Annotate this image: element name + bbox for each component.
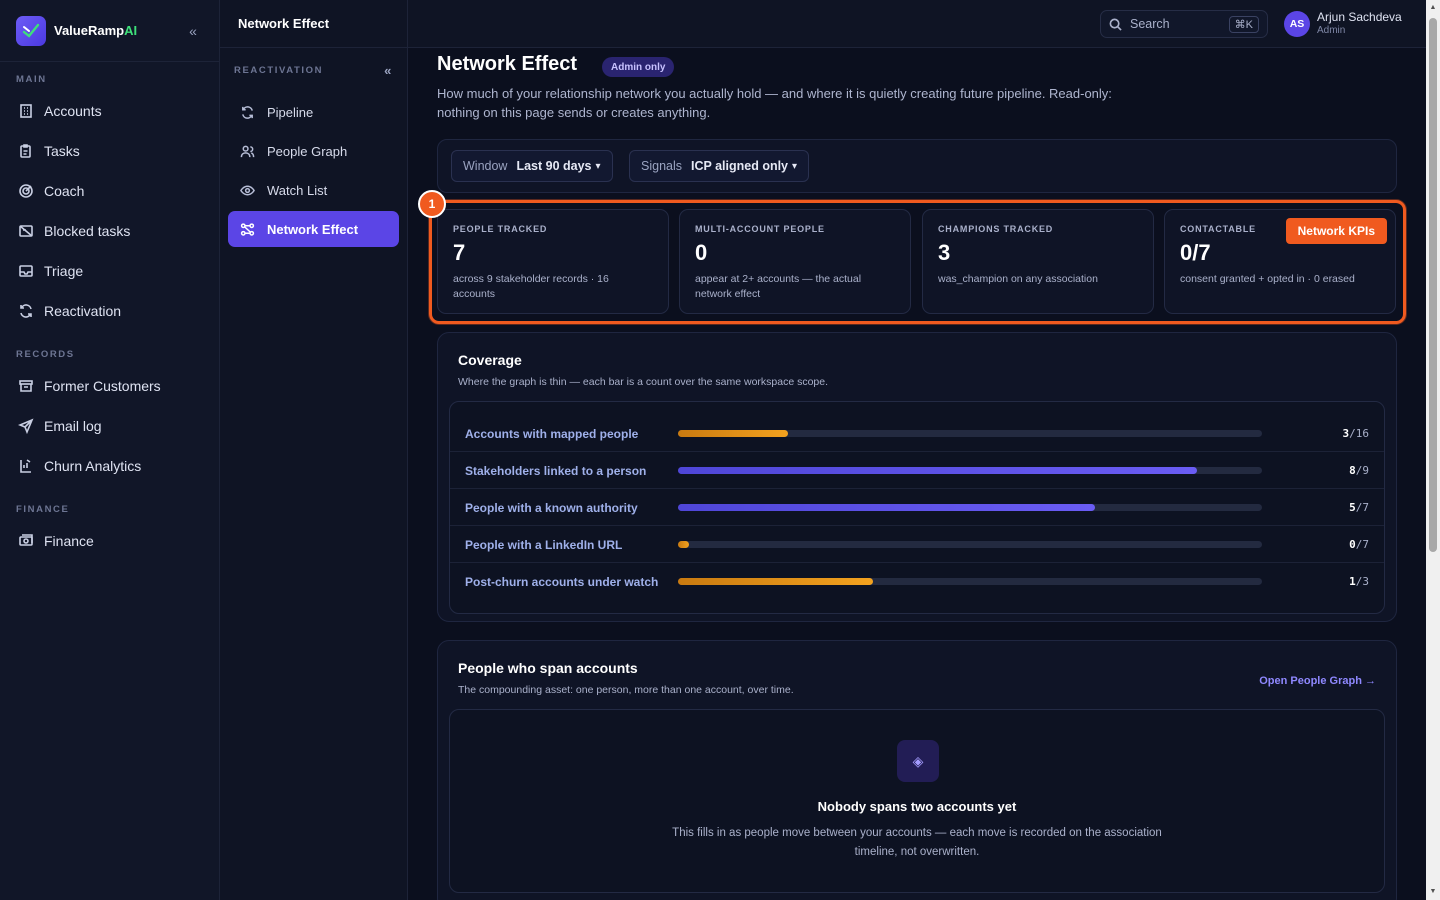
coverage-bar-track	[678, 504, 1262, 511]
user-name[interactable]: Arjun Sachdeva	[1317, 10, 1402, 24]
subnav-item-network-effect[interactable]: Network Effect	[228, 211, 399, 247]
sidebar-item-blocked-tasks[interactable]: Blocked tasks	[0, 211, 219, 251]
subnav-item-watch-list[interactable]: Watch List	[228, 172, 399, 208]
nav-section-records: RECORDS	[16, 349, 75, 360]
refresh-icon	[20, 304, 32, 318]
sidebar-item-coach[interactable]: Coach	[0, 171, 219, 211]
brand: ValueRampAI «	[0, 0, 219, 62]
coverage-bar-track	[678, 578, 1262, 585]
eye-icon	[240, 185, 255, 195]
signals-filter[interactable]: Signals ICP aligned only ▾	[629, 150, 810, 182]
nav-section-finance: FINANCE	[16, 504, 70, 515]
subnav-item-pipeline[interactable]: Pipeline	[228, 94, 399, 130]
archive-icon	[19, 380, 33, 392]
kpi-people-tracked: PEOPLE TRACKED 7 across 9 stakeholder re…	[437, 209, 669, 314]
coverage-bar-track	[678, 430, 1262, 437]
admin-only-badge: Admin only	[602, 57, 675, 77]
scroll-down-icon[interactable]: ▼	[1429, 888, 1437, 896]
subnav-item-people-graph[interactable]: People Graph	[228, 133, 399, 169]
coverage-subtitle: Where the graph is thin — each bar is a …	[458, 376, 829, 388]
coverage-row: People with a known authority 5/7	[450, 489, 1384, 526]
sub-sidebar: Network Effect REACTIVATION « Pipeline P…	[220, 0, 408, 900]
coverage-bar-fill	[678, 430, 788, 437]
blocked-icon	[19, 225, 33, 237]
coverage-row: Post-churn accounts under watch 1/3	[465, 575, 1369, 589]
clipboard-icon	[20, 144, 31, 158]
chevron-down-icon: ▾	[595, 160, 601, 172]
coverage-bar-fill	[678, 467, 1198, 474]
search-shortcut: ⌘K	[1228, 15, 1259, 33]
search-placeholder: Search	[1130, 17, 1170, 31]
filter-bar: Window Last 90 days ▾ Signals ICP aligne…	[437, 139, 1397, 193]
coverage-bar-fill	[678, 578, 873, 585]
diamond-icon: ◈	[897, 740, 939, 782]
kpi-champions-tracked: CHAMPIONS TRACKED 3 was_champion on any …	[922, 209, 1154, 314]
search-icon	[1109, 18, 1122, 31]
sub-sidebar-section: REACTIVATION «	[234, 62, 393, 78]
building-icon	[20, 104, 32, 118]
sidebar-item-reactivation[interactable]: Reactivation	[0, 291, 219, 331]
step-badge: 1	[418, 190, 446, 218]
empty-title: Nobody spans two accounts yet	[817, 799, 1017, 814]
avatar[interactable]: AS	[1284, 11, 1310, 37]
scroll-up-icon[interactable]: ▲	[1429, 4, 1437, 12]
span-empty-state: ◈ Nobody spans two accounts yet This fil…	[449, 709, 1385, 893]
brand-name: ValueRampAI	[54, 23, 138, 38]
sidebar-item-triage[interactable]: Triage	[0, 251, 219, 291]
coverage-bar-fill	[678, 541, 689, 548]
kpi-multi-account-people: MULTI-ACCOUNT PEOPLE 0 appear at 2+ acco…	[679, 209, 911, 314]
open-people-graph-link[interactable]: Open People Graph →	[1259, 675, 1376, 687]
sidebar-item-tasks[interactable]: Tasks	[0, 131, 219, 171]
coverage-title: Coverage	[458, 352, 522, 368]
coverage-card: Coverage Where the graph is thin — each …	[437, 332, 1397, 622]
sidebar-item-former-customers[interactable]: Former Customers	[0, 366, 219, 406]
inbox-icon	[19, 265, 33, 277]
coverage-list: Accounts with mapped people 3/16 Stakeho…	[449, 401, 1385, 614]
money-icon	[19, 534, 33, 546]
target-icon	[19, 184, 33, 198]
brand-logo-icon[interactable]	[16, 15, 46, 46]
coverage-bar-track	[678, 541, 1262, 548]
sidebar-item-finance[interactable]: Finance	[0, 521, 219, 561]
search-input[interactable]: Search ⌘K	[1100, 10, 1268, 38]
span-accounts-card: People who span accounts The compounding…	[437, 640, 1397, 900]
sidebar-item-accounts[interactable]: Accounts	[0, 91, 219, 131]
page-scrollbar[interactable]: ▲ ▼	[1426, 0, 1440, 900]
sidebar-item-email-log[interactable]: Email log	[0, 406, 219, 446]
scroll-thumb[interactable]	[1429, 18, 1437, 552]
send-icon	[18, 418, 34, 434]
chart-icon	[20, 459, 31, 473]
chevron-down-icon: ▾	[792, 160, 798, 172]
page-description: How much of your relationship network yo…	[437, 86, 1112, 120]
sidebar-item-churn-analytics[interactable]: Churn Analytics	[0, 446, 219, 486]
coverage-row: Stakeholders linked to a person 8/9	[450, 452, 1384, 489]
empty-description: This fills in as people move between you…	[672, 827, 1162, 858]
refresh-icon	[242, 105, 253, 119]
kpi-contactable: CONTACTABLE 0/7 consent granted + opted …	[1164, 209, 1396, 314]
people-icon	[240, 145, 255, 157]
network-kpis-tag: Network KPIs	[1285, 218, 1387, 244]
coverage-bar-fill	[678, 504, 1096, 511]
collapse-subnav-icon[interactable]: «	[384, 63, 393, 78]
collapse-sidebar-icon[interactable]: «	[183, 21, 203, 41]
main-content: Network Effect Admin only How much of yo…	[408, 48, 1426, 900]
top-bar: Search ⌘K AS Arjun Sachdeva Admin	[408, 0, 1426, 48]
coverage-bar-track	[678, 467, 1262, 474]
coverage-row: Accounts with mapped people 3/16	[450, 415, 1384, 452]
user-role: Admin	[1317, 25, 1346, 36]
coverage-row: People with a LinkedIn URL 0/7	[450, 526, 1384, 563]
sub-sidebar-title: Network Effect	[220, 0, 407, 48]
main-sidebar: ValueRampAI « MAIN Accounts Tasks Coach …	[0, 0, 220, 900]
page-title: Network Effect	[437, 53, 578, 75]
network-icon	[240, 222, 255, 236]
span-title: People who span accounts	[458, 660, 638, 676]
nav-section-main: MAIN	[16, 74, 47, 85]
window-filter[interactable]: Window Last 90 days ▾	[451, 150, 613, 182]
span-subtitle: The compounding asset: one person, more …	[458, 684, 794, 696]
